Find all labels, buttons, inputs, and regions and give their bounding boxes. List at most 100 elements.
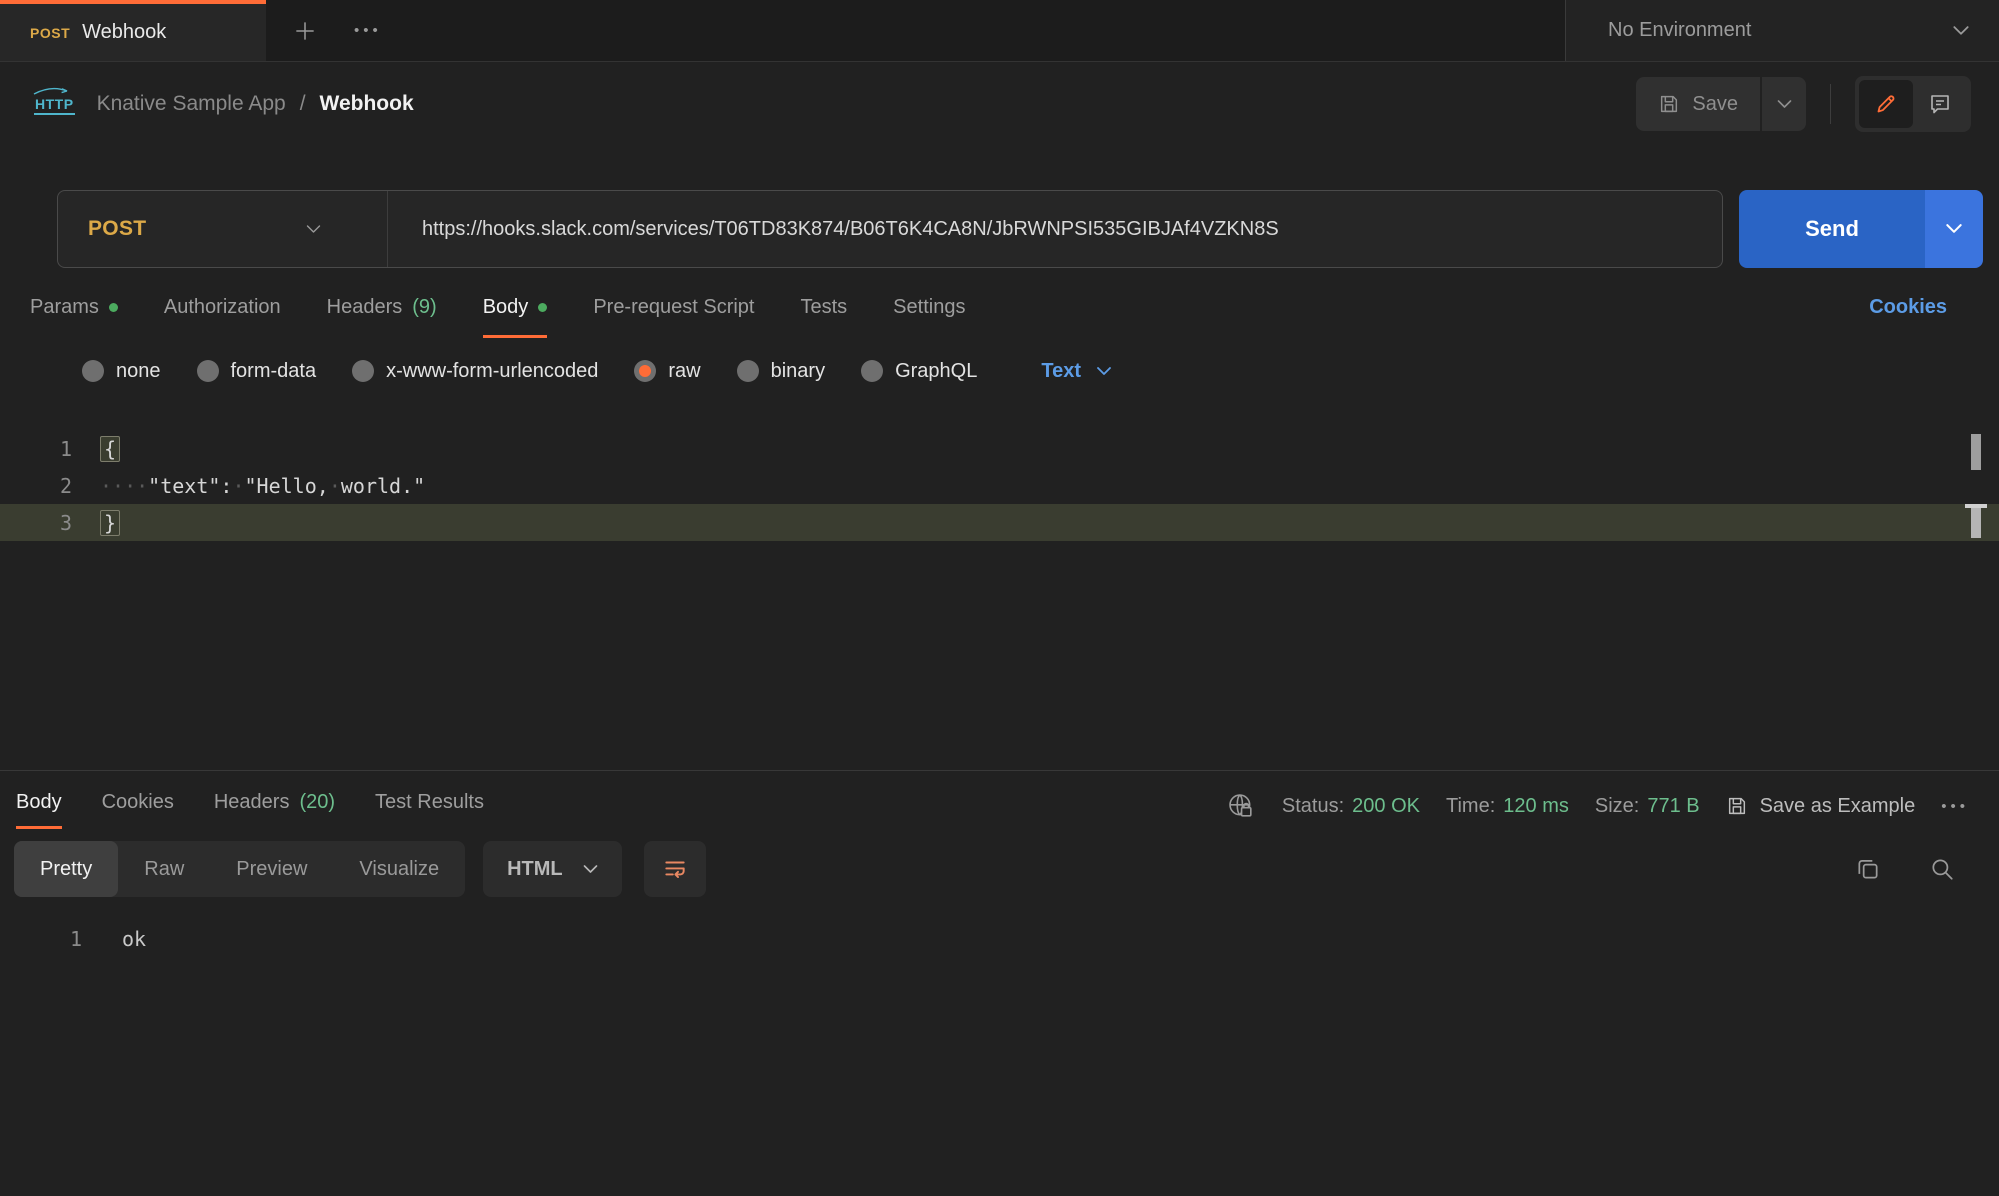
raw-language-dropdown[interactable]: Text: [1041, 360, 1111, 383]
radio-icon: [352, 360, 374, 382]
response-tab-cookies[interactable]: Cookies: [102, 791, 174, 826]
method-dropdown[interactable]: POST: [58, 191, 388, 267]
edit-comment-toggle: [1855, 76, 1971, 132]
save-as-example-label: Save as Example: [1760, 795, 1916, 818]
comment-icon: [1928, 92, 1952, 116]
response-language-dropdown[interactable]: HTML: [483, 841, 622, 897]
code-line[interactable]: 2····"text":·"Hello,·world.": [0, 467, 1999, 504]
send-split-button: Send: [1739, 190, 1983, 268]
status-value: 200 OK: [1352, 795, 1420, 818]
code-line[interactable]: 1{: [0, 430, 1999, 467]
mode-graphql[interactable]: GraphQL: [861, 360, 977, 383]
mode-label: raw: [668, 360, 700, 383]
globe-lock-icon[interactable]: [1226, 791, 1256, 821]
save-options-button[interactable]: [1762, 77, 1806, 131]
chevron-down-icon: [306, 225, 321, 234]
tab-tests[interactable]: Tests: [800, 296, 847, 335]
status-label: Status:: [1282, 795, 1344, 818]
tab-label: Cookies: [102, 791, 174, 814]
wrap-text-icon: [662, 856, 688, 882]
tab-authorization[interactable]: Authorization: [164, 296, 281, 335]
response-options-icon[interactable]: •••: [1941, 799, 1969, 814]
breadcrumb-separator: /: [300, 92, 306, 116]
tab-label: Body: [483, 296, 529, 319]
http-request-icon: HTTP: [34, 94, 75, 115]
view-tab-visualize[interactable]: Visualize: [333, 841, 465, 897]
http-badge-label: HTTP: [35, 96, 74, 112]
time-value: 120 ms: [1503, 795, 1569, 818]
tab-label: Body: [16, 791, 62, 814]
method-label: POST: [88, 217, 146, 241]
response-language-label: HTML: [507, 858, 563, 881]
tab-settings[interactable]: Settings: [893, 296, 965, 335]
response-view-switcher: Pretty Raw Preview Visualize: [14, 841, 465, 897]
tab-options-icon[interactable]: •••: [354, 23, 382, 38]
mode-label: x-www-form-urlencoded: [386, 360, 598, 383]
request-header: HTTP Knative Sample App / Webhook Save: [0, 62, 1999, 146]
mode-binary[interactable]: binary: [737, 360, 825, 383]
body-mode-row: none form-data x-www-form-urlencoded raw…: [0, 348, 1999, 394]
tab-headers[interactable]: Headers (9): [327, 296, 437, 335]
breadcrumb-request-name[interactable]: Webhook: [320, 92, 414, 116]
save-button[interactable]: Save: [1636, 77, 1760, 131]
editor-scrollbar-cursor: [1971, 508, 1981, 538]
tab-label: Authorization: [164, 296, 281, 319]
tab-params[interactable]: Params: [30, 296, 118, 335]
edit-mode-button[interactable]: [1859, 80, 1913, 128]
tab-method-label: POST: [30, 25, 70, 41]
open-request-tab[interactable]: POST Webhook: [0, 0, 266, 61]
raw-language-label: Text: [1041, 360, 1081, 383]
editor-scrollbar-thumb[interactable]: [1971, 434, 1981, 470]
response-meta: Status: 200 OK Time: 120 ms Size: 771 B …: [1226, 791, 1969, 821]
send-options-button[interactable]: [1925, 190, 1983, 268]
view-tab-preview[interactable]: Preview: [210, 841, 333, 897]
response-tab-headers[interactable]: Headers(20): [214, 791, 335, 826]
mode-raw[interactable]: raw: [634, 360, 700, 383]
environment-selector[interactable]: No Environment: [1565, 0, 1999, 61]
response-body-viewer[interactable]: 1ok: [0, 904, 1999, 957]
chevron-down-icon: [1953, 26, 1969, 36]
radio-icon: [197, 360, 219, 382]
url-input[interactable]: [388, 191, 1722, 267]
save-icon: [1726, 795, 1748, 817]
url-bar-row: POST Send: [57, 190, 1983, 268]
line-number: 1: [0, 437, 72, 461]
tab-label: Tests: [800, 296, 847, 319]
headers-count-badge: (9): [412, 296, 436, 319]
tab-label: Headers: [327, 296, 403, 319]
search-icon[interactable]: [1929, 856, 1955, 882]
view-tab-pretty[interactable]: Pretty: [14, 841, 118, 897]
response-tab-body[interactable]: Body: [16, 791, 62, 829]
editor-lines: 1{2····"text":·"Hello,·world."3}: [0, 430, 1999, 541]
mode-label: form-data: [231, 360, 317, 383]
request-tabs: Params Authorization Headers (9) Body Pre…: [0, 268, 1999, 334]
view-tab-raw[interactable]: Raw: [118, 841, 210, 897]
wrap-text-button[interactable]: [644, 841, 706, 897]
time-label: Time:: [1446, 795, 1495, 818]
save-icon: [1658, 93, 1680, 115]
tab-label: Settings: [893, 296, 965, 319]
line-content: }: [72, 511, 120, 535]
mode-form-data[interactable]: form-data: [197, 360, 317, 383]
tab-strip: •••: [266, 0, 1565, 61]
response-tabs-row: Body Cookies Headers(20) Test Results St…: [0, 770, 1999, 834]
copy-icon[interactable]: [1855, 856, 1881, 882]
response-headers-count-badge: (20): [299, 791, 335, 814]
size-value: 771 B: [1647, 795, 1699, 818]
comment-button[interactable]: [1913, 80, 1967, 128]
mode-none[interactable]: none: [82, 360, 161, 383]
cookies-link[interactable]: Cookies: [1869, 296, 1947, 319]
code-line[interactable]: 1ok: [0, 920, 1999, 957]
save-as-example-button[interactable]: Save as Example: [1726, 795, 1916, 818]
code-line[interactable]: 3}: [0, 504, 1999, 541]
line-content: ····"text":·"Hello,·world.": [72, 474, 425, 498]
chevron-down-icon: [1097, 367, 1111, 376]
request-body-editor[interactable]: 1{2····"text":·"Hello,·world."3}: [0, 424, 1999, 770]
mode-x-www-form-urlencoded[interactable]: x-www-form-urlencoded: [352, 360, 598, 383]
tab-body[interactable]: Body: [483, 296, 548, 338]
response-tab-test-results[interactable]: Test Results: [375, 791, 484, 826]
breadcrumb-collection[interactable]: Knative Sample App: [97, 92, 286, 116]
send-button[interactable]: Send: [1739, 190, 1925, 268]
tab-pre-request-script[interactable]: Pre-request Script: [593, 296, 754, 335]
new-tab-plus-icon[interactable]: [292, 18, 318, 44]
